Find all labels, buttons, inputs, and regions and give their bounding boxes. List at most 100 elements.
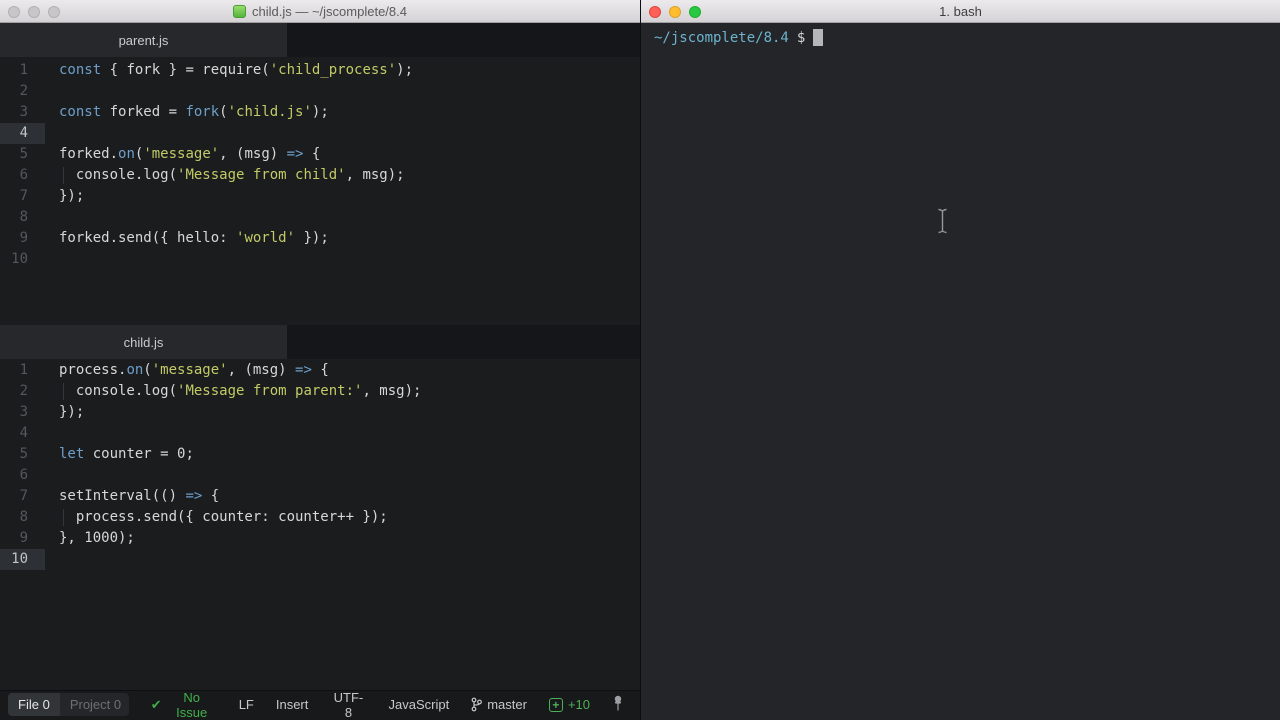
- code-text[interactable]: });: [45, 186, 84, 207]
- zoom-button[interactable]: [48, 5, 60, 18]
- editor-window: child.js — ~/jscomplete/8.4 parent.js 1c…: [0, 0, 640, 720]
- code-text[interactable]: process.send({ counter: counter++ });: [45, 507, 388, 528]
- tab-parent-js[interactable]: parent.js: [0, 23, 287, 57]
- code-line[interactable]: 1 process.on('message', (msg) => {: [0, 360, 640, 381]
- code-token: counter = 0;: [84, 446, 194, 462]
- code-editor-parent[interactable]: 1 const { fork } = require('child_process…: [0, 60, 640, 270]
- code-text[interactable]: setInterval(() => {: [45, 486, 219, 507]
- code-token: process.send({ counter: counter++ });: [59, 509, 388, 525]
- tabbar-parent: parent.js: [0, 23, 640, 57]
- code-token: console.log(: [59, 167, 178, 183]
- code-line[interactable]: 8 process.send({ counter: counter++ });: [0, 507, 640, 528]
- statusbar-file-button[interactable]: File 0: [8, 693, 60, 716]
- git-branch-icon: [471, 697, 483, 712]
- code-line[interactable]: 5 let counter = 0;: [0, 444, 640, 465]
- code-line[interactable]: 5 forked.on('message', (msg) => {: [0, 144, 640, 165]
- code-line[interactable]: 9 forked.send({ hello: 'world' });: [0, 228, 640, 249]
- line-number[interactable]: 7: [0, 186, 45, 207]
- code-line[interactable]: 3});: [0, 402, 640, 423]
- line-number[interactable]: 3: [0, 102, 45, 123]
- code-line[interactable]: 9}, 1000);: [0, 528, 640, 549]
- code-token: {: [311, 362, 329, 378]
- code-token: });: [59, 188, 85, 204]
- line-number[interactable]: 2: [0, 381, 45, 402]
- code-text[interactable]: forked.send({ hello: 'world' });: [45, 228, 329, 249]
- code-text[interactable]: let counter = 0;: [45, 444, 194, 465]
- code-text[interactable]: console.log('Message from child', msg);: [45, 165, 405, 186]
- code-line[interactable]: 6 console.log('Message from child', msg)…: [0, 165, 640, 186]
- line-number[interactable]: 8: [0, 207, 45, 228]
- code-text[interactable]: });: [45, 402, 84, 423]
- code-line[interactable]: 7});: [0, 186, 640, 207]
- tab-child-js[interactable]: child.js: [0, 325, 287, 359]
- code-text[interactable]: const { fork } = require('child_process'…: [45, 60, 413, 81]
- statusbar-encoding[interactable]: UTF-8: [330, 690, 366, 720]
- code-text[interactable]: forked.on('message', (msg) => {: [45, 144, 320, 165]
- code-editor-child[interactable]: 1 process.on('message', (msg) => {2 conso…: [0, 360, 640, 570]
- line-number[interactable]: 9: [0, 228, 45, 249]
- code-text[interactable]: process.on('message', (msg) => {: [45, 360, 329, 381]
- code-line[interactable]: 10: [0, 549, 640, 570]
- code-line[interactable]: 4: [0, 123, 640, 144]
- code-line[interactable]: 7 setInterval(() => {: [0, 486, 640, 507]
- line-number[interactable]: 1: [0, 360, 45, 381]
- minimize-button[interactable]: [28, 5, 40, 18]
- code-token: 'world': [236, 230, 296, 246]
- editor-window-titlebar[interactable]: child.js — ~/jscomplete/8.4: [0, 0, 640, 23]
- line-number[interactable]: 5: [0, 444, 45, 465]
- line-number[interactable]: 4: [0, 123, 45, 144]
- check-icon: ✔: [150, 696, 162, 712]
- line-number[interactable]: 8: [0, 507, 45, 528]
- terminal-traffic-lights: [649, 0, 701, 23]
- line-number[interactable]: 6: [0, 165, 45, 186]
- code-line[interactable]: 1 const { fork } = require('child_process…: [0, 60, 640, 81]
- line-number[interactable]: 9: [0, 528, 45, 549]
- code-token: 'message': [151, 362, 228, 378]
- code-token: , msg);: [362, 383, 422, 399]
- code-token: forked =: [101, 104, 186, 120]
- code-line[interactable]: 2 console.log('Message from parent:', ms…: [0, 381, 640, 402]
- code-line[interactable]: 6: [0, 465, 640, 486]
- code-token: );: [396, 62, 414, 78]
- statusbar-line-ending[interactable]: LF: [239, 697, 254, 712]
- close-button[interactable]: [649, 5, 661, 18]
- code-token: });: [295, 230, 329, 246]
- line-number[interactable]: 1: [0, 60, 45, 81]
- code-line[interactable]: 2: [0, 81, 640, 102]
- minimize-button[interactable]: [669, 5, 681, 18]
- pin-icon[interactable]: [612, 695, 624, 715]
- code-token: on: [118, 146, 135, 162]
- statusbar-changes[interactable]: + +10: [548, 697, 590, 712]
- code-line[interactable]: 4: [0, 423, 640, 444]
- code-line[interactable]: 10: [0, 249, 640, 270]
- terminal-window-titlebar[interactable]: 1. bash: [641, 0, 1280, 23]
- code-token: 'message': [143, 146, 220, 162]
- statusbar-project-button[interactable]: Project 0: [59, 693, 129, 716]
- code-text[interactable]: const forked = fork('child.js');: [45, 102, 329, 123]
- line-number[interactable]: 4: [0, 423, 45, 444]
- line-number[interactable]: 6: [0, 465, 45, 486]
- line-number[interactable]: 7: [0, 486, 45, 507]
- code-token: , msg);: [345, 167, 405, 183]
- code-token: process.: [59, 362, 127, 378]
- code-token: forked.: [59, 146, 119, 162]
- code-token: (: [143, 362, 152, 378]
- line-number[interactable]: 10: [0, 249, 45, 270]
- code-token: console.log(: [59, 383, 178, 399]
- terminal-prompt-symbol: $: [796, 29, 806, 46]
- line-number[interactable]: 3: [0, 402, 45, 423]
- statusbar-language[interactable]: JavaScript: [389, 697, 450, 712]
- code-line[interactable]: 8: [0, 207, 640, 228]
- zoom-button[interactable]: [689, 5, 701, 18]
- close-button[interactable]: [8, 5, 20, 18]
- statusbar-no-issue[interactable]: ✔ No Issue: [151, 690, 217, 720]
- statusbar-mode[interactable]: Insert: [276, 697, 309, 712]
- terminal[interactable]: ~/jscomplete/8.4 $: [641, 23, 1280, 720]
- line-number[interactable]: 10: [0, 549, 45, 570]
- code-line[interactable]: 3 const forked = fork('child.js');: [0, 102, 640, 123]
- statusbar-git-branch[interactable]: master: [471, 697, 527, 712]
- code-text[interactable]: }, 1000);: [45, 528, 135, 549]
- code-text[interactable]: console.log('Message from parent:', msg)…: [45, 381, 422, 402]
- line-number[interactable]: 2: [0, 81, 45, 102]
- line-number[interactable]: 5: [0, 144, 45, 165]
